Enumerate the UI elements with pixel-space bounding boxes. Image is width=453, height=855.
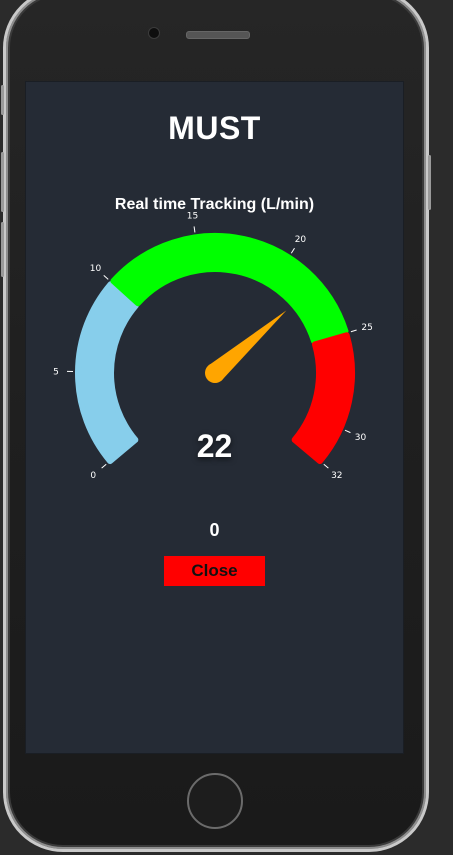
gauge-tick-label-25: 25 — [361, 323, 372, 333]
gauge-value: 22 — [196, 428, 233, 464]
power-button — [428, 155, 431, 210]
gauge-tick-25 — [350, 329, 357, 333]
gauge-tick-label-10: 10 — [90, 264, 102, 274]
gauge-tick-15 — [193, 226, 196, 233]
volume-up-button — [1, 152, 4, 212]
gauge-tick-label-0: 0 — [90, 471, 96, 481]
gauge-tick-label-20: 20 — [295, 235, 307, 245]
current-reading: 0 — [209, 520, 220, 540]
gauge-band-10-25 — [110, 233, 349, 345]
mute-switch — [1, 85, 4, 115]
gauge-tick-label-15: 15 — [187, 212, 198, 222]
front-camera-icon — [148, 27, 160, 39]
home-button[interactable] — [187, 773, 243, 829]
gauge-needle-hub — [205, 363, 225, 383]
volume-down-button — [1, 222, 4, 277]
gauge-tick-label-5: 5 — [53, 367, 59, 377]
gauge-tick-10 — [103, 275, 109, 280]
gauge-tick-label-32: 32 — [331, 471, 342, 481]
close-button[interactable]: Close — [164, 556, 265, 586]
earpiece-speaker — [186, 31, 250, 39]
app-screen: MUST Real time Tracking (L/min) 0 5 10 15 20… — [25, 81, 404, 754]
gauge-tick-20 — [290, 247, 295, 254]
